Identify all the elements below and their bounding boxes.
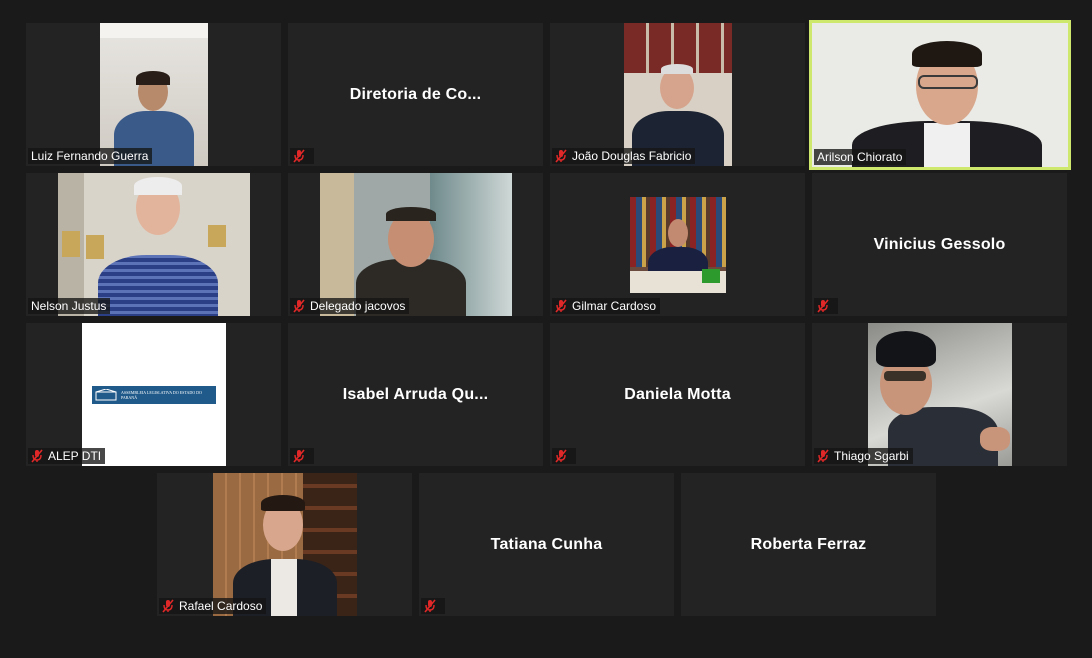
participant-tile-roberta-ferraz[interactable]: Roberta Ferraz: [681, 473, 936, 616]
participant-name: Rafael Cardoso: [179, 599, 263, 613]
participant-tile-vinicius-gessolo[interactable]: Vinicius Gessolo: [812, 173, 1067, 316]
participant-name: Delegado jacovos: [310, 299, 406, 313]
participant-name-label: [421, 598, 445, 614]
participant-name-label: Gilmar Cardoso: [552, 298, 661, 314]
participant-display-name: Vinicius Gessolo: [873, 235, 1006, 253]
microphone-muted-icon: [292, 299, 306, 313]
participant-name: João Douglas Fabricio: [572, 149, 692, 163]
participant-tile-delegado-jacovos[interactable]: Delegado jacovos: [288, 173, 543, 316]
participant-name-label: [290, 148, 314, 164]
participant-display-name: Daniela Motta: [624, 385, 731, 403]
participant-video: [58, 173, 250, 316]
participant-tile-rafael-cardoso[interactable]: Rafael Cardoso: [157, 473, 412, 616]
participant-tile-alep-dti[interactable]: ASSEMBLEIA LEGISLATIVA DO ESTADO DO PARA…: [26, 323, 281, 466]
microphone-muted-icon: [161, 599, 175, 613]
participant-tile-gilmar-cardoso[interactable]: Gilmar Cardoso: [550, 173, 805, 316]
participant-video: [213, 473, 357, 616]
participant-name-label: [290, 448, 314, 464]
microphone-muted-icon: [816, 299, 830, 313]
participant-name-label: Thiago Sgarbi: [814, 448, 913, 464]
participant-name: Luiz Fernando Guerra: [31, 149, 149, 163]
participant-display-name: Isabel Arruda Qu...: [342, 385, 489, 403]
participant-name-label: Delegado jacovos: [290, 298, 410, 314]
participant-tile-nelson-justus[interactable]: Nelson Justus: [26, 173, 281, 316]
participant-tile-luiz-fernando-guerra[interactable]: Luiz Fernando Guerra: [26, 23, 281, 166]
participant-video: [320, 173, 512, 316]
participant-name-label: Nelson Justus: [28, 298, 111, 314]
microphone-muted-icon: [554, 299, 568, 313]
participant-tile-thiago-sgarbi[interactable]: Thiago Sgarbi: [812, 323, 1067, 466]
participant-tile-arilson-chiorato[interactable]: Arilson Chiorato: [809, 20, 1071, 170]
participant-video: ASSEMBLEIA LEGISLATIVA DO ESTADO DO PARA…: [82, 323, 226, 466]
participant-display-name: Diretoria de Co...: [349, 85, 482, 103]
microphone-muted-icon: [292, 449, 306, 463]
microphone-muted-icon: [30, 449, 44, 463]
participant-name-label: [552, 448, 576, 464]
participant-display-name: Tatiana Cunha: [490, 535, 603, 553]
participant-name: ALEP DTI: [48, 449, 102, 463]
participant-name-label: Luiz Fernando Guerra: [28, 148, 153, 164]
participant-display-name: Roberta Ferraz: [750, 535, 867, 553]
participant-name-label: ALEP DTI: [28, 448, 106, 464]
participant-video: [100, 23, 208, 166]
participant-name: Gilmar Cardoso: [572, 299, 657, 313]
participant-video: [630, 197, 726, 293]
participant-tile-diretoria[interactable]: Diretoria de Co...: [288, 23, 543, 166]
participant-tile-isabel-arruda[interactable]: Isabel Arruda Qu...: [288, 323, 543, 466]
microphone-muted-icon: [292, 149, 306, 163]
participant-name-label: [814, 298, 838, 314]
participant-name-label: Arilson Chiorato: [814, 149, 907, 165]
participant-tile-tatiana-cunha[interactable]: Tatiana Cunha: [419, 473, 674, 616]
microphone-muted-icon: [554, 149, 568, 163]
participant-tile-daniela-motta[interactable]: Daniela Motta: [550, 323, 805, 466]
participant-name: Thiago Sgarbi: [834, 449, 909, 463]
microphone-muted-icon: [423, 599, 437, 613]
microphone-muted-icon: [816, 449, 830, 463]
microphone-muted-icon: [554, 449, 568, 463]
participant-name-label: Rafael Cardoso: [159, 598, 267, 614]
participant-video: [624, 23, 732, 166]
participant-name-label: João Douglas Fabricio: [552, 148, 696, 164]
participant-tile-joao-douglas-fabricio[interactable]: João Douglas Fabricio: [550, 23, 805, 166]
alep-logo: ASSEMBLEIA LEGISLATIVA DO ESTADO DO PARA…: [92, 386, 216, 404]
participant-video: [868, 323, 1012, 466]
participant-name: Nelson Justus: [31, 299, 107, 313]
participant-name: Arilson Chiorato: [817, 150, 903, 164]
participant-video: [812, 23, 1068, 167]
